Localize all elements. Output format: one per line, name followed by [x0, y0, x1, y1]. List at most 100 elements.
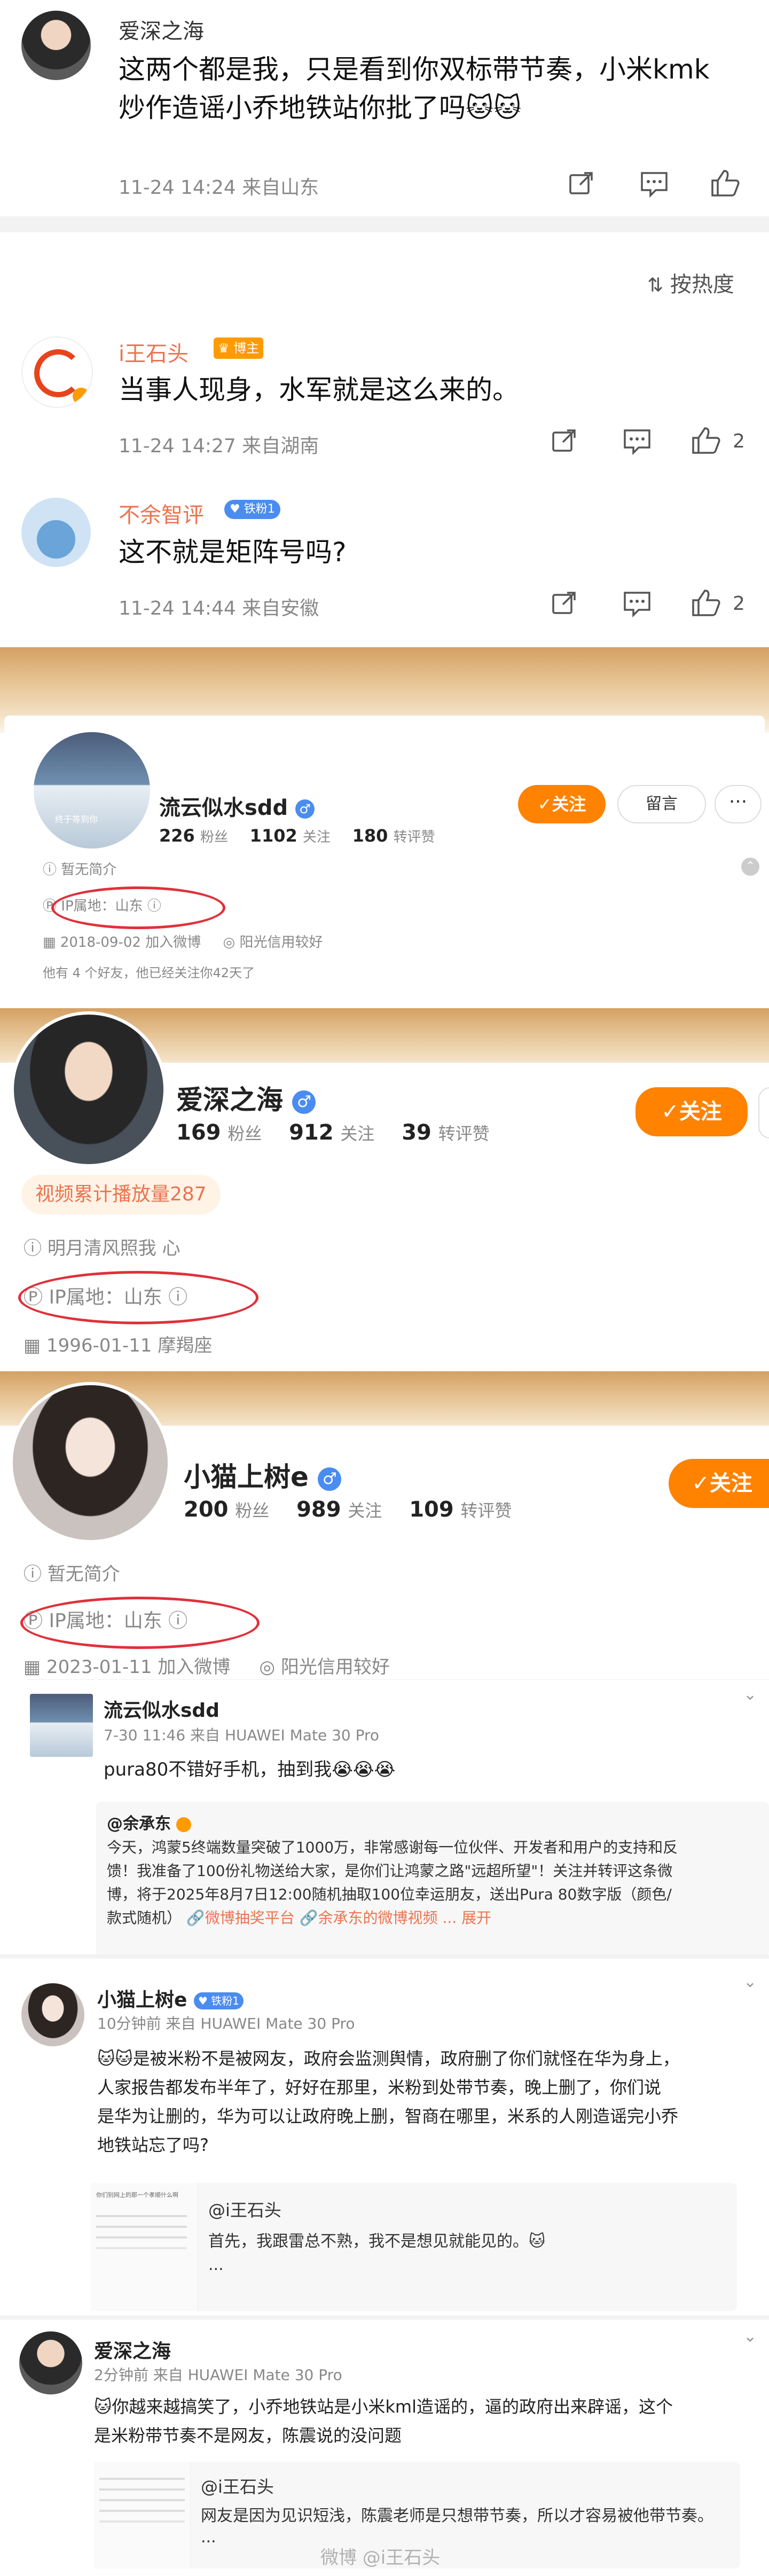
comment-icon[interactable] [623, 591, 652, 617]
comment-icon[interactable] [623, 428, 652, 455]
chevron-down-icon[interactable]: ⌄ [743, 1973, 757, 1991]
repost-icon[interactable] [567, 170, 595, 198]
profile-card: 小猫上树e ♂ 200 粉丝 989 关注 109 转评赞 ✓关注 ⓘ 暂无简介… [0, 1382, 769, 1687]
info-icon: ⓘ [23, 1238, 42, 1259]
more-icon: ··· [728, 791, 748, 813]
gender-male-icon: ♂ [292, 1090, 316, 1114]
comment-icon[interactable] [640, 171, 669, 198]
quote-more: ... [201, 2528, 216, 2547]
avatar[interactable]: 终于等到你 [31, 729, 153, 851]
collapse-icon[interactable]: ⌃ [741, 858, 759, 876]
post-username[interactable]: 爱深之海 [94, 2336, 171, 2363]
quote-author[interactable]: @i王石头 [208, 2197, 281, 2221]
chevron-down-icon[interactable]: ⌄ [743, 1685, 757, 1704]
profile-name: 小猫上树e ♂ [184, 1456, 342, 1494]
fan-badge: ♥ 铁粉1 [224, 500, 280, 519]
post-meta: 2分钟前 来自 HUAWEI Mate 30 Pro [94, 2366, 342, 2384]
more-button[interactable] [758, 1087, 769, 1138]
post-username[interactable]: 小猫上树e ♥ 铁粉1 [97, 1984, 244, 2012]
repost-icon[interactable] [550, 590, 578, 617]
message-button[interactable]: 留言 [617, 785, 706, 823]
info-icon: ⓘ [43, 862, 57, 878]
profile-name: 流云似水sdd ♂ [159, 790, 315, 821]
quote-text: 首先，我跟雷总不熟，我不是想见就能见的。🐱 [208, 2232, 546, 2251]
sort-icon: ⇅ [647, 274, 664, 296]
post-text: 🐱你越来越搞笑了，小乔地铁站是小米kml造谣的，逼的政府出来辟谣，这个 是米粉带… [94, 2397, 673, 2446]
comment-meta: 11-24 14:24 来自山东 [119, 177, 319, 199]
profile-bio: ⓘ 明月清风照我 心 [23, 1238, 181, 1259]
repost-author[interactable]: @余承东 [107, 1810, 192, 1834]
like-icon[interactable] [691, 587, 721, 617]
like-count: 2 [733, 430, 745, 452]
quote-thumbnail[interactable]: 你们别网上的那一个孝顺什么啊 [91, 2183, 198, 2311]
like-icon[interactable] [691, 425, 721, 455]
post-username[interactable]: 流云似水sdd [104, 1695, 219, 1723]
thumbnail-lines [96, 2215, 187, 2217]
post-card: 爱深之海 2分钟前 来自 HUAWEI Mate 30 Pro ⌄ 🐱你越来越搞… [0, 2315, 769, 2576]
calendar-icon: ▦ [43, 934, 56, 951]
avatar[interactable] [19, 2331, 82, 2394]
sort-toggle[interactable]: ⇅ 按热度 [647, 267, 734, 298]
profile-card: 爱深之海 ♂ 169 粉丝 912 关注 39 转评赞 ✓关注 视频累计播放量2… [0, 1011, 769, 1362]
profile-joined: ▦ 2023-01-11 加入微博 ◎ 阳光信用较好 [23, 1656, 390, 1678]
repost-icon[interactable] [550, 427, 578, 455]
quote-more: ... [208, 2256, 224, 2274]
comment-username[interactable]: 不余智评 [119, 498, 204, 529]
blogger-badge: ♛ 博主 [214, 337, 264, 359]
video-tag[interactable]: 视频累计播放量287 [21, 1175, 221, 1214]
avatar[interactable] [21, 336, 93, 408]
avatar-caption: 终于等到你 [55, 814, 98, 824]
quote-author[interactable]: @i王石头 [201, 2473, 274, 2498]
highlight-circle [20, 1597, 260, 1649]
heart-icon: ♥ [230, 502, 240, 516]
avatar[interactable] [21, 1983, 84, 2046]
avatar[interactable] [11, 1011, 167, 1167]
chevron-down-icon[interactable]: ⌄ [743, 2327, 757, 2346]
crown-icon: ♛ [218, 341, 230, 356]
verified-icon [73, 388, 90, 405]
profile-stats: 226 粉丝 1102 关注 180 转评赞 [159, 826, 435, 846]
follow-button[interactable]: ✓关注 [669, 1459, 769, 1508]
profile-stats: 200 粉丝 989 关注 109 转评赞 [184, 1497, 512, 1522]
avatar[interactable] [21, 11, 91, 80]
like-count: 2 [733, 593, 745, 615]
post-card: 小猫上树e ♥ 铁粉1 10分钟前 来自 HUAWEI Mate 30 Pro … [0, 1954, 769, 2322]
post-meta: 7-30 11:46 来自 HUAWEI Mate 30 Pro [104, 1726, 380, 1744]
profile-stats: 169 粉丝 912 关注 39 转评赞 [176, 1120, 490, 1145]
comment-meta: 11-24 14:27 来自湖南 [119, 435, 319, 457]
follow-button[interactable]: ✓关注 [518, 785, 606, 823]
profile-name: 爱深之海 ♂ [176, 1079, 316, 1117]
quote-text: 网友是因为见识短浅，陈震老师是只想带节奏，所以才容易被他带节奏。 [201, 2507, 713, 2525]
comment-text: 这两个都是我，只是看到你双标带节奏，小米kmk 炒作造谣小乔地铁站你批了吗🐱🐱 [119, 54, 710, 123]
profile-bio: ⓘ 暂无简介 [23, 1564, 120, 1585]
friends-info[interactable]: 他有 4 个好友，他已经关注你42天了 [43, 962, 255, 981]
avatar[interactable] [21, 498, 91, 567]
quote-thumbnail[interactable] [94, 2462, 191, 2569]
divider [0, 216, 769, 232]
watermark: 微博 @i王石头 [320, 2547, 441, 2569]
profile-joined: ▦ 2018-09-02 加入微博 ◎ 阳光信用较好 [43, 934, 323, 951]
highlight-circle [18, 1271, 258, 1324]
highlight-circle [51, 886, 225, 929]
profile-bio: ⓘ 暂无简介 [43, 862, 117, 878]
verified-icon [176, 1817, 192, 1832]
comment-text: 这不就是矩阵号吗? [119, 537, 347, 568]
credit-icon: ◎ [223, 934, 236, 951]
expand-link[interactable]: ... 展开 [442, 1909, 491, 1927]
post-text: pura80不错好手机，抽到我😭😭😭 [104, 1759, 396, 1780]
repost-block[interactable]: @余承东 今天，鸿蒙5终端数量突破了1000万，非常感谢每一位伙伴、开发者和用户… [96, 1802, 769, 1957]
comment-username[interactable]: 爱深之海 [119, 14, 204, 45]
like-icon[interactable] [710, 168, 740, 198]
comment-username[interactable]: i王石头 [119, 336, 189, 367]
avatar[interactable] [10, 1382, 171, 1543]
gender-male-icon: ♂ [318, 1467, 342, 1491]
follow-button[interactable]: ✓关注 [635, 1087, 748, 1136]
quote-block[interactable]: 你们别网上的那一个孝顺什么啊 @i王石头 首先，我跟雷总不熟，我不是想见就能见的… [91, 2183, 737, 2311]
lottery-link[interactable]: 🔗微博抽奖平台 🔗余承东的微博视频 [186, 1909, 438, 1927]
fan-badge: ♥ 铁粉1 [193, 1992, 244, 2009]
post-card: 流云似水sdd 7-30 11:46 来自 HUAWEI Mate 30 Pro… [27, 1679, 769, 1958]
profile-joined: ▦ 1996-01-11 摩羯座 [23, 1335, 213, 1356]
calendar-icon: ▦ [23, 1656, 41, 1678]
more-button[interactable]: ··· [715, 785, 762, 823]
avatar[interactable] [30, 1694, 93, 1757]
